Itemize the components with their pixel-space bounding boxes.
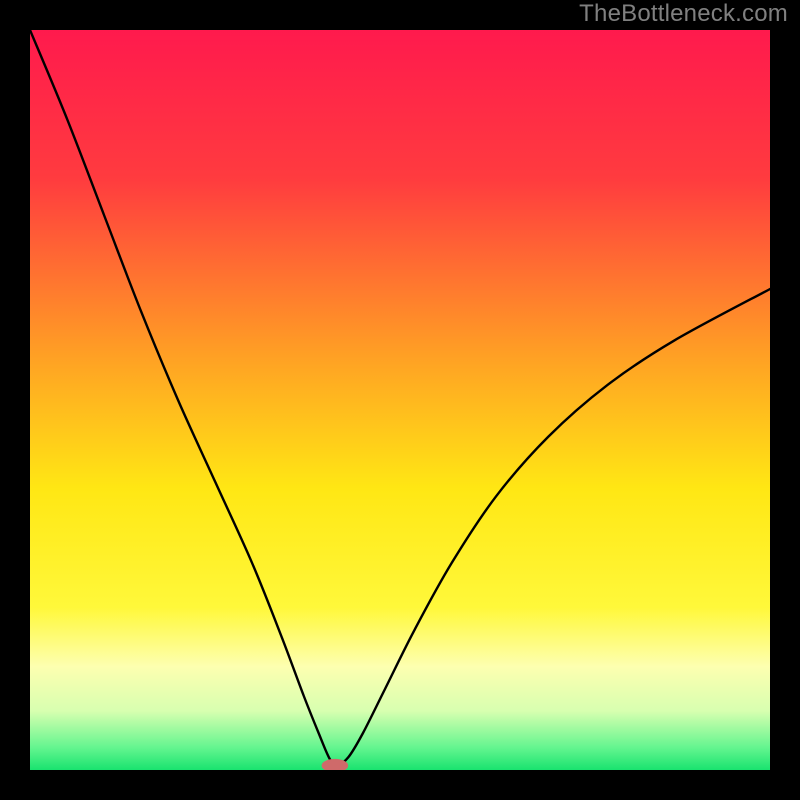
plot-area <box>30 30 770 770</box>
plot-svg <box>30 30 770 770</box>
chart-stage: TheBottleneck.com <box>0 0 800 800</box>
watermark-text: TheBottleneck.com <box>579 0 788 28</box>
